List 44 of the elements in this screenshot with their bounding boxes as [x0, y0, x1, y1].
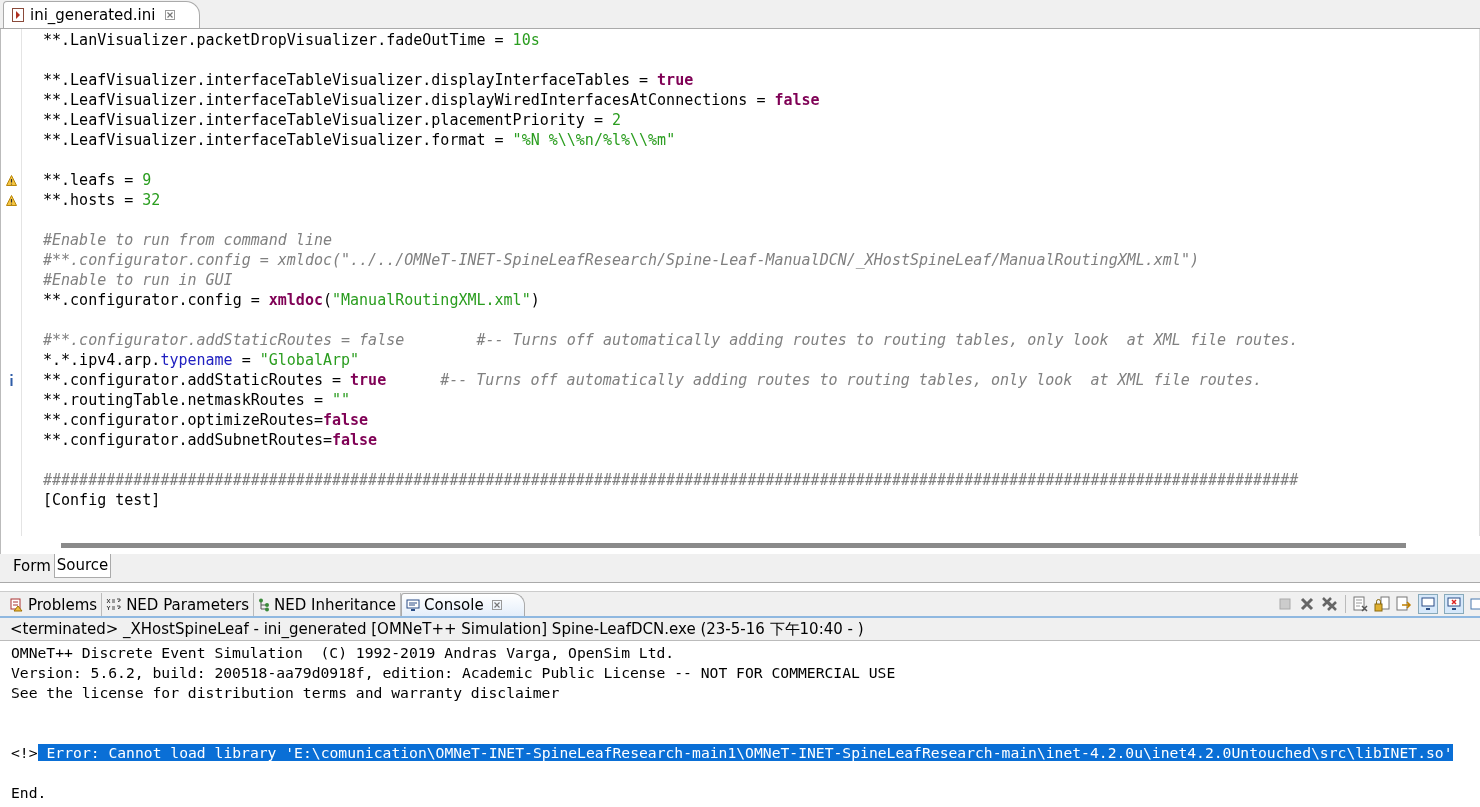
code-line: ###########################################################################################################################################	[43, 471, 1299, 489]
lock-icon[interactable]	[1374, 596, 1390, 612]
monitor-error-icon[interactable]	[1444, 594, 1464, 614]
code-line: #**.configurator.addStaticRoutes = false #-- Turns off automatically adding routes to routing tables, only look at XML file routes.	[43, 331, 1299, 349]
error-message: Error: Cannot load library 'E:\comunication\OMNeT-INET-SpineLeafResearch-main1\OMNeT-INET-SpineLeafResearch-main\inet-4.2.0u\inet4.2.0Untouched\src\libINET.so'	[37, 744, 1453, 761]
code-line: **.configurator.optimizeRoutes=false	[43, 411, 369, 429]
console-line: End.	[11, 784, 47, 801]
flag-icon	[10, 597, 24, 612]
error-prefix: <!>	[11, 744, 38, 761]
tree-icon	[258, 597, 270, 612]
close-icon[interactable]	[165, 10, 176, 20]
remove-all-icon[interactable]	[1321, 596, 1339, 612]
code-line: **.configurator.config = xmldoc("ManualRoutingXML.xml")	[43, 291, 540, 309]
code-line: **.routingTable.netmaskRoutes = ""	[43, 391, 351, 409]
code-line: #Enable to run in GUI	[43, 271, 233, 289]
editor-tab[interactable]: ini_generated.ini	[3, 1, 201, 28]
code-line: **.LeafVisualizer.interfaceTableVisualizer.format = "%N %\\%n/%l%\\%m"	[43, 131, 676, 149]
console-header: <terminated> _XHostSpineLeaf - ini_generated [OMNeT++ Simulation] Spine-LeafDCN.exe (23-5-16 下午10:40 - )	[10, 619, 864, 639]
monitor-icon	[406, 598, 421, 612]
console-line: See the license for distribution terms and warranty disclaimer	[11, 684, 560, 701]
document-arrow-icon[interactable]	[1396, 596, 1412, 612]
editor-mode-tab[interactable]: Source	[53, 554, 112, 578]
file-icon	[12, 8, 24, 22]
code-line: **.LeafVisualizer.interfaceTableVisualizer.displayInterfaceTables = true	[43, 71, 694, 89]
code-line: **.configurator.addSubnetRoutes=false	[43, 431, 378, 449]
console-line: Version: 5.6.2, build: 200518-aa79d0918f, edition: Academic Public License -- NOT FOR COMMERCIAL USE	[11, 664, 896, 681]
code-line: *.*.ipv4.arp.typename = "GlobalArp"	[43, 351, 360, 369]
code-line: #**.configurator.config = xmldoc("../../OMNeT-INET-SpineLeafResearch/Spine-Leaf-ManualDCN/_XHostSpineLeaf/ManualRoutingXML.xml")	[43, 251, 1199, 269]
code-line: **.LanVisualizer.packetDropVisualizer.fadeOutTime = 10s	[43, 31, 540, 49]
scrollbar-thumb[interactable]	[61, 542, 1406, 548]
code-line: #Enable to run from command line	[43, 231, 332, 249]
code-line: **.LeafVisualizer.interfaceTableVisualizer.displayWiredInterfacesAtConnections = false	[43, 91, 820, 109]
view-tab[interactable]: Console	[401, 593, 525, 616]
close-icon[interactable]	[491, 600, 502, 610]
console-line: OMNeT++ Discrete Event Simulation (C) 1992-2019 Andras Varga, OpenSim Ltd.	[11, 644, 675, 661]
remove-icon[interactable]	[1299, 596, 1315, 612]
equals-icon	[106, 597, 123, 612]
code-line: **.LeafVisualizer.interfaceTableVisualizer.placementPriority = 2	[43, 111, 621, 129]
code-line: [Config test]	[43, 491, 161, 509]
code-line: **.configurator.addStaticRoutes = true #-- Turns off automatically adding routes to routing tables, only look at XML file routes.	[43, 371, 1262, 389]
code-line: **.hosts = 32	[43, 191, 161, 209]
document-icon[interactable]	[1352, 596, 1368, 612]
monitor-icon[interactable]	[1418, 594, 1438, 614]
code-line: **.leafs = 9	[43, 171, 152, 189]
